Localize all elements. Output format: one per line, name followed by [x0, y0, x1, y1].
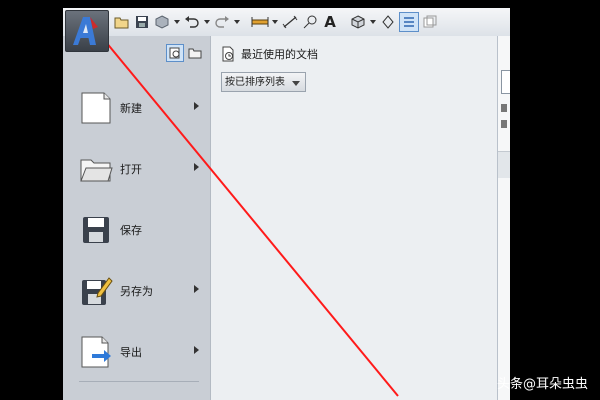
submenu-arrow-icon [194, 346, 199, 354]
redo-icon[interactable] [213, 12, 231, 32]
ribbon-label-fragment [501, 120, 507, 128]
recent-documents-icon[interactable] [166, 44, 184, 62]
application-menu-button[interactable] [65, 10, 109, 52]
new-document-icon [81, 92, 111, 124]
menu-item-label: 新建 [120, 102, 142, 115]
screenshot: A 新建 打开 保存 另存为 导出 最近使用的文档 按已排序列表 头条@耳朵虫虫 [0, 0, 600, 400]
toolbar-tools: A [113, 8, 439, 36]
save-as-icon [82, 277, 113, 305]
ribbon-panel-strip [498, 152, 510, 178]
recent-documents-panel: 最近使用的文档 按已排序列表 [211, 36, 497, 400]
revit-application: A 新建 打开 保存 另存为 导出 最近使用的文档 按已排序列表 [63, 8, 510, 400]
sort-order-value: 按已排序列表 [225, 77, 285, 88]
menu-view-toggle [166, 44, 204, 62]
submenu-arrow-icon [194, 163, 199, 171]
menu-item-save-as[interactable]: 另存为 [63, 269, 210, 313]
menu-item-new[interactable]: 新建 [63, 86, 210, 130]
revit-logo-icon [73, 17, 98, 45]
recent-documents-header: 最近使用的文档 [221, 46, 318, 62]
recent-documents-title: 最近使用的文档 [241, 48, 318, 61]
watermark: 头条@耳朵虫虫 [496, 377, 588, 392]
chevron-down-icon [292, 81, 300, 86]
save-icon[interactable] [133, 12, 151, 32]
submenu-arrow-icon [194, 285, 199, 293]
menu-item-save[interactable]: 保存 [63, 208, 210, 252]
background-ribbon-panel [497, 36, 510, 400]
text-icon[interactable]: A [321, 12, 339, 32]
open-documents-icon[interactable] [186, 44, 204, 62]
export-icon [81, 336, 111, 368]
quick-access-toolbar: A [63, 8, 510, 37]
menu-item-label: 保存 [120, 224, 142, 237]
application-menu: 新建 打开 保存 另存为 导出 [63, 36, 211, 400]
section-icon[interactable] [379, 12, 397, 32]
tag-icon[interactable] [301, 12, 319, 32]
menu-item-export[interactable]: 导出 [63, 330, 210, 374]
undo-icon[interactable] [183, 12, 201, 32]
thin-lines-icon[interactable] [399, 12, 419, 32]
chevron-down-icon[interactable] [203, 12, 211, 32]
chevron-down-icon[interactable] [233, 12, 241, 32]
ribbon-label-fragment [501, 104, 507, 112]
3d-view-icon[interactable] [349, 12, 367, 32]
switch-windows-icon[interactable] [421, 12, 439, 32]
ribbon-tool-icon [501, 70, 510, 94]
menu-item-open[interactable]: 打开 [63, 147, 210, 191]
sync-icon[interactable] [153, 12, 171, 32]
aligned-dimension-icon[interactable] [281, 12, 299, 32]
menu-item-label: 打开 [120, 163, 142, 176]
menu-item-label: 另存为 [120, 285, 153, 298]
menu-divider [79, 381, 199, 382]
menu-item-label: 导出 [120, 346, 142, 359]
open-folder-icon [80, 159, 113, 182]
sort-order-dropdown[interactable]: 按已排序列表 [221, 72, 306, 92]
save-icon [83, 217, 109, 243]
submenu-arrow-icon [194, 102, 199, 110]
chevron-down-icon[interactable] [369, 12, 377, 32]
measure-icon[interactable] [251, 12, 269, 32]
chevron-down-icon[interactable] [173, 12, 181, 32]
open-icon[interactable] [113, 12, 131, 32]
recent-documents-icon [222, 46, 234, 62]
chevron-down-icon[interactable] [271, 12, 279, 32]
